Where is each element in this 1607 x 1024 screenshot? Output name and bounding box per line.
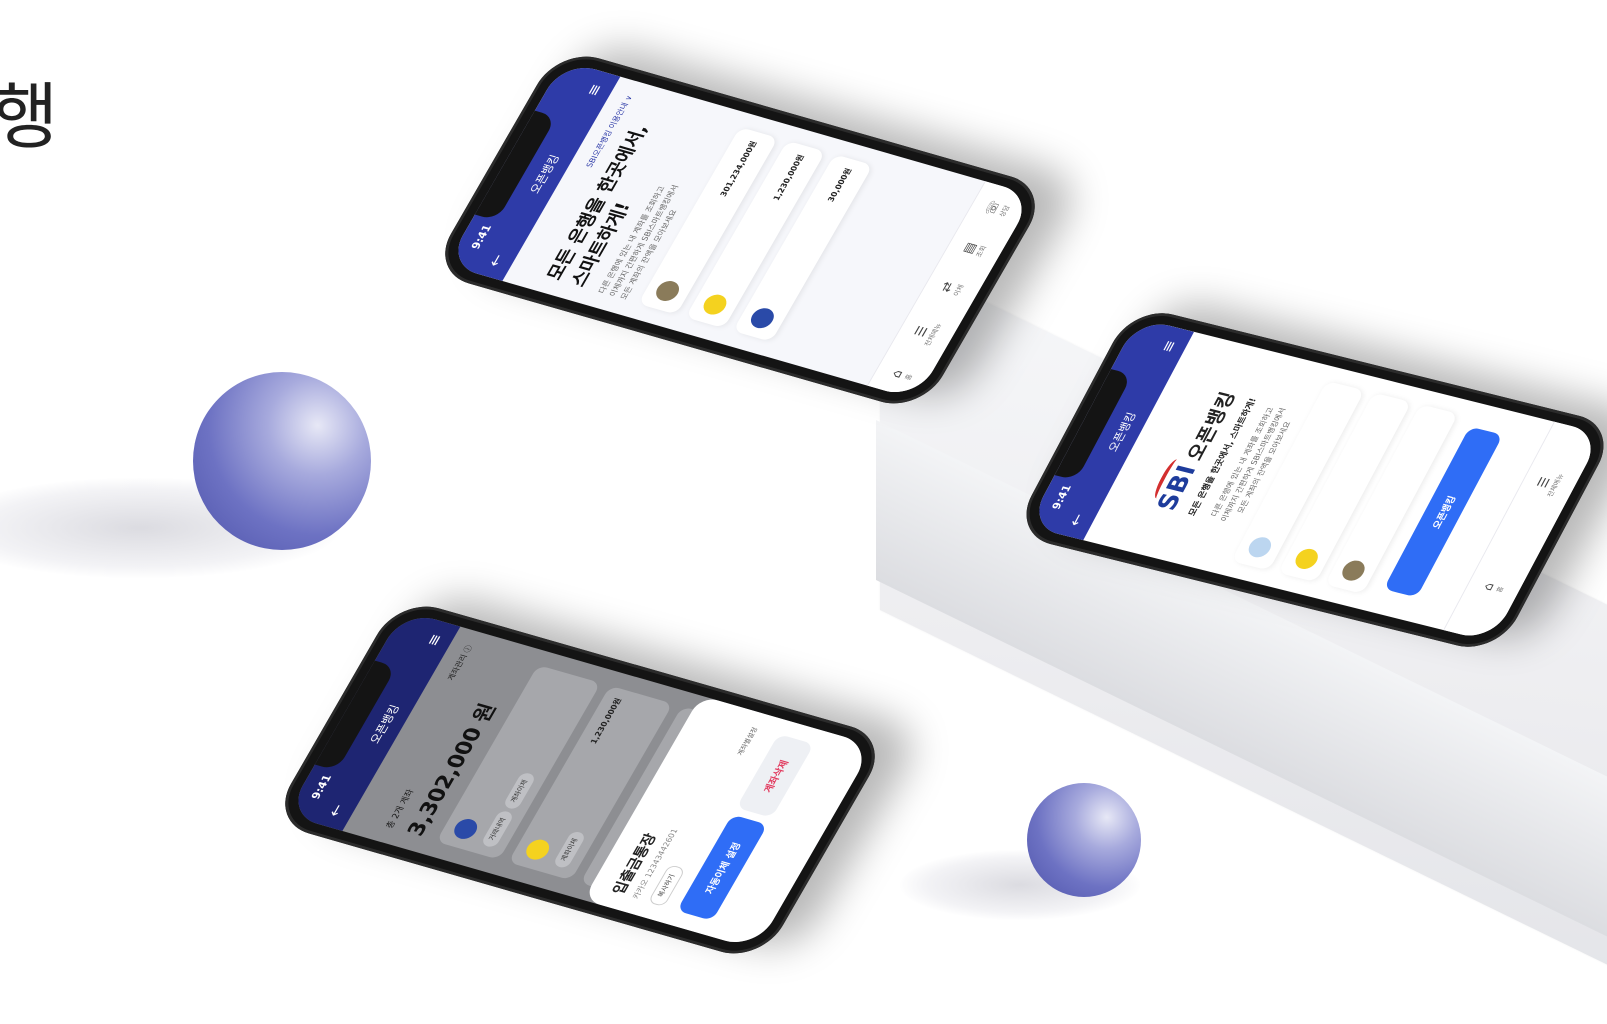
account-amount: 301,234,000원 <box>718 140 759 198</box>
back-arrow-icon[interactable]: ← <box>1065 512 1088 528</box>
back-arrow-icon[interactable]: ← <box>484 252 508 269</box>
transfer-pill[interactable]: 계좌이체 <box>502 771 537 811</box>
bank-logo-icon <box>1291 546 1322 571</box>
sphere-small <box>1027 783 1141 897</box>
hamburger-menu-icon[interactable]: ≡ <box>582 82 606 99</box>
hamburger-menu-icon[interactable]: ≡ <box>422 632 446 649</box>
bank-logo-icon <box>699 292 731 318</box>
account-amount: 30,000원 <box>825 167 854 203</box>
status-time: 9:41 <box>1049 483 1075 511</box>
transfer-pill[interactable]: 계좌이체 <box>552 830 587 870</box>
bank-logo-icon <box>652 278 684 304</box>
status-time: 9:41 <box>308 773 335 801</box>
account-settings-link[interactable]: 계좌별설정 <box>735 726 760 757</box>
phone-account-management: 9:41 ← 오픈뱅킹 ≡ 계좌관리 ⓘ 총 2개 계좌 3,302,000 원… <box>268 596 892 964</box>
hamburger-menu-icon[interactable]: ≡ <box>1157 338 1180 354</box>
tab-counsel[interactable]: ☏ 상담 <box>982 199 1013 220</box>
tab-all-menu[interactable]: ☰ 전체메뉴 <box>1532 470 1567 498</box>
sphere-large <box>193 372 371 550</box>
bank-logo-icon <box>522 837 554 863</box>
tab-label: 홈 <box>1495 585 1506 594</box>
tab-all-menu[interactable]: ☰ 전체메뉴 <box>909 318 945 347</box>
back-arrow-icon[interactable]: ← <box>324 802 348 819</box>
status-time: 9:41 <box>468 223 495 251</box>
history-pill[interactable]: 거래내역 <box>480 809 515 849</box>
bank-logo-icon <box>1337 558 1369 583</box>
bank-logo-icon <box>1244 534 1275 560</box>
account-amount: 1,230,000원 <box>771 153 806 202</box>
tab-home[interactable]: ⌂ 홈 <box>889 368 916 382</box>
tab-inquiry[interactable]: ▤ 조회 <box>960 241 989 259</box>
bank-logo-icon <box>450 816 482 842</box>
tab-label: 홈 <box>903 373 915 382</box>
page-heading: 행 <box>0 75 58 159</box>
bank-logo-icon <box>747 305 779 331</box>
auto-transfer-button[interactable]: 자동이체 설정 <box>676 814 768 921</box>
tab-transfer[interactable]: ⇄ 이체 <box>938 280 967 298</box>
tab-home[interactable]: ⌂ 홈 <box>1480 581 1506 594</box>
